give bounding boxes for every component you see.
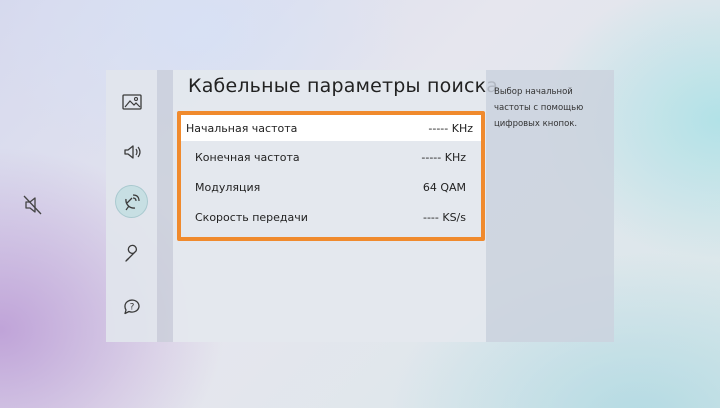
mute-icon [20, 192, 46, 218]
picture-icon[interactable] [116, 86, 147, 117]
highlight-frame [177, 111, 485, 241]
settings-sidebar: ? [106, 70, 157, 342]
support-icon[interactable] [116, 238, 147, 269]
description-text: Выбор начальной частоты с помощью цифров… [494, 87, 584, 129]
help-icon[interactable]: ? [116, 290, 147, 321]
page-title: Кабельные параметры поиска [188, 75, 499, 97]
svg-text:?: ? [129, 302, 134, 312]
sound-icon[interactable] [116, 136, 147, 167]
broadcasting-icon[interactable] [116, 186, 147, 217]
sidebar-divider [157, 70, 173, 342]
